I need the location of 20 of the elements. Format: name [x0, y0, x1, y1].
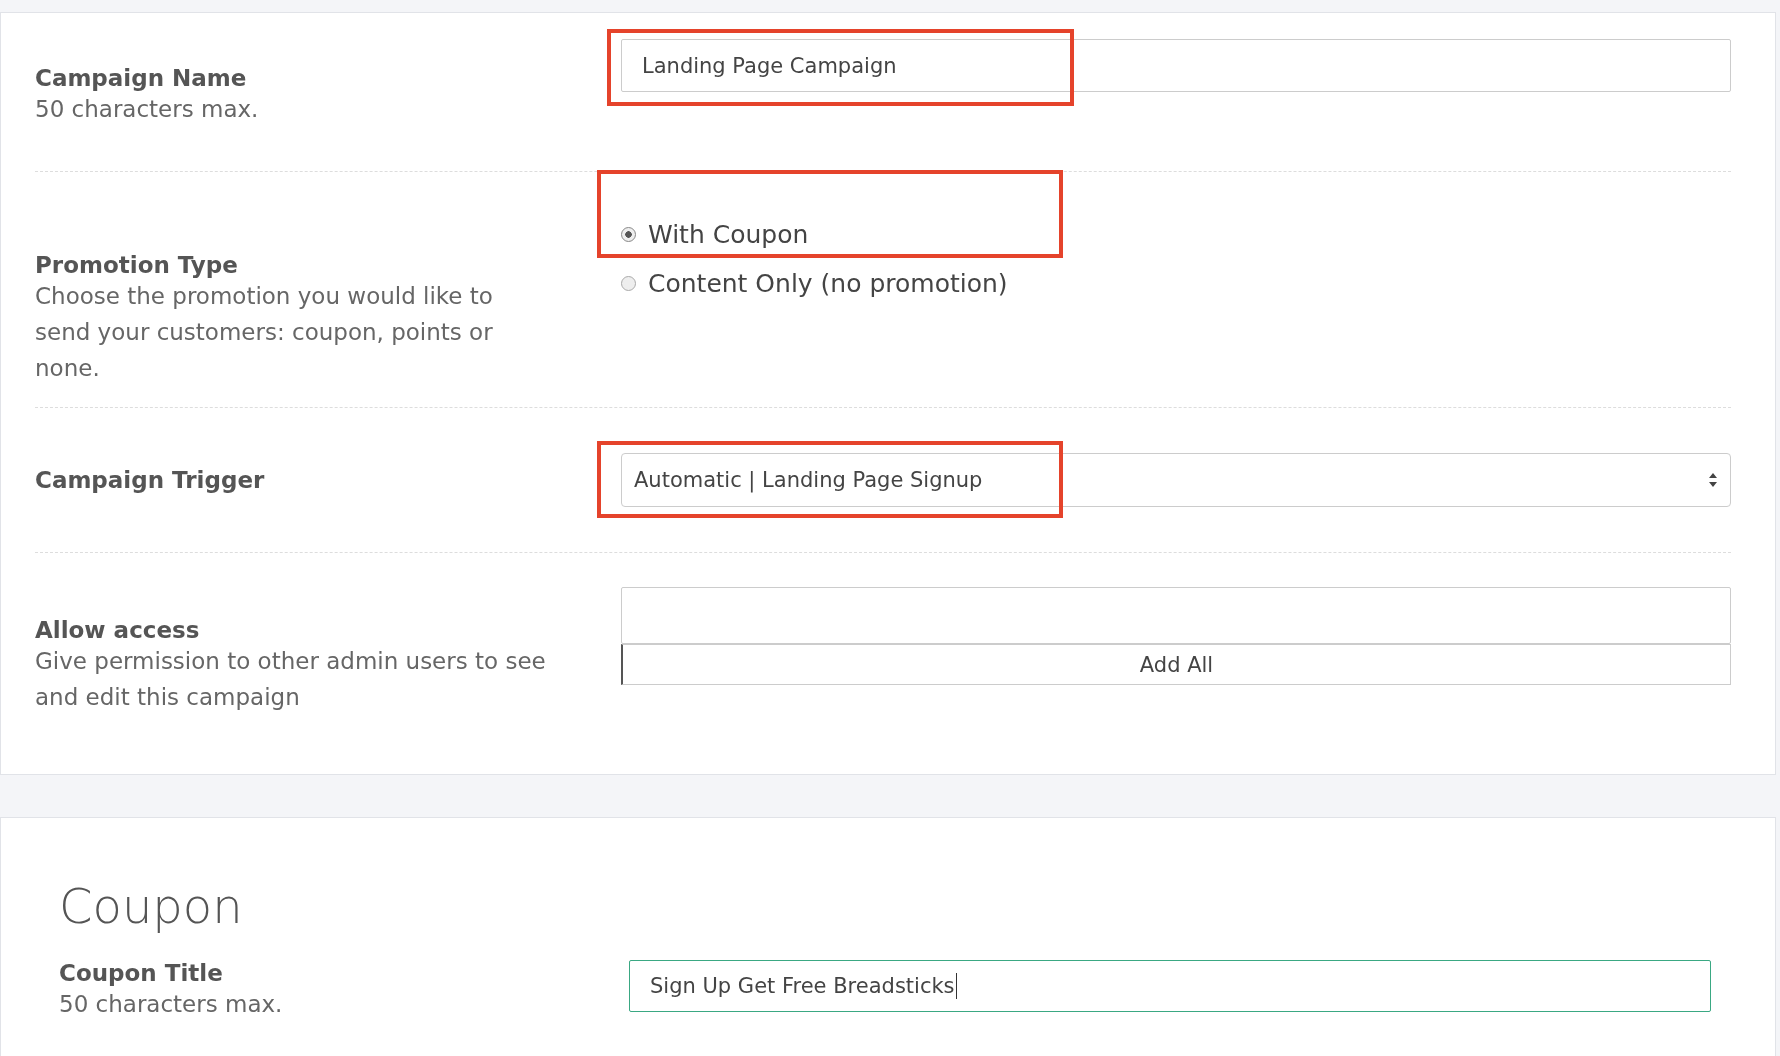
radio-icon[interactable] — [621, 276, 636, 291]
coupon-title-field[interactable]: Sign Up Get Free Breadsticks — [629, 960, 1711, 1012]
field-hint: Choose the promotion you would like to send your customers: coupon, points or none. — [35, 282, 494, 383]
field-hint: 50 characters max. — [35, 95, 260, 124]
campaign-name-field[interactable]: Landing Page Campaign — [621, 39, 1731, 92]
sort-arrows-icon — [1708, 472, 1718, 488]
radio-option[interactable]: Content Only (no promotion) — [621, 269, 1731, 298]
radio-icon[interactable] — [621, 227, 636, 242]
field-label: Coupon Title — [59, 960, 224, 986]
access-field[interactable] — [621, 587, 1731, 644]
field-label: Campaign Name — [35, 65, 248, 91]
field-label: Promotion Type — [35, 252, 239, 278]
trigger-select[interactable]: Automatic | Landing Page Signup — [621, 453, 1731, 507]
field-hint: 50 characters max. — [59, 990, 284, 1019]
field-label: Allow access — [35, 617, 201, 643]
add-all-button[interactable]: Add All — [621, 644, 1731, 685]
field-label: Campaign Trigger — [35, 467, 266, 493]
field-hint: Give permission to other admin users to see and edit this campaign — [35, 647, 547, 712]
radio-option[interactable]: With Coupon — [621, 220, 1731, 249]
section-heading: Coupon — [59, 877, 244, 934]
